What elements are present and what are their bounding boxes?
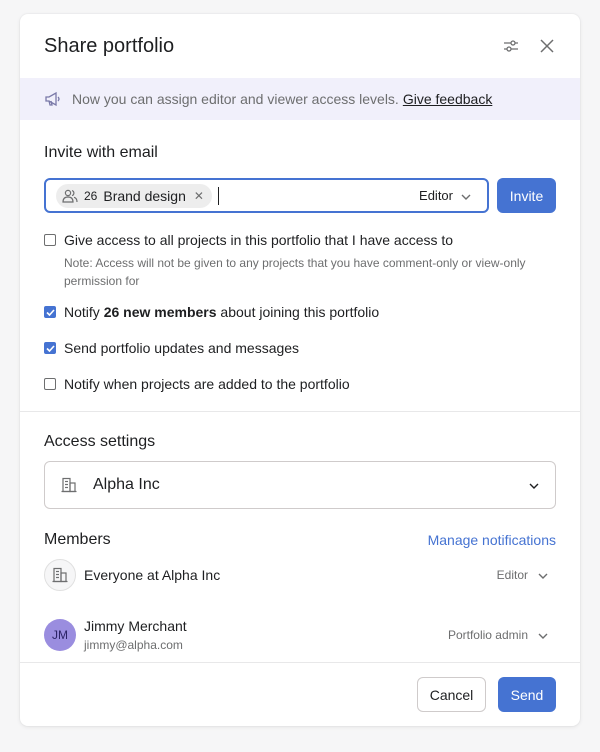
remove-chip-icon[interactable]: ✕ [194, 189, 204, 203]
chevron-down-icon [529, 476, 539, 494]
checkbox-give-access[interactable] [44, 234, 56, 246]
invite-row: 26 Brand design ✕ Editor Invite [44, 178, 556, 213]
dialog-footer: Cancel Send [20, 662, 580, 726]
team-chip[interactable]: 26 Brand design ✕ [56, 183, 212, 208]
give-feedback-link[interactable]: Give feedback [403, 91, 493, 107]
avatar: JM [44, 619, 76, 651]
organization-select[interactable]: Alpha Inc [44, 461, 556, 509]
manage-notifications-link[interactable]: Manage notifications [428, 532, 556, 548]
invite-role-label: Editor [419, 188, 453, 203]
member-name: Jimmy Merchant [84, 618, 187, 634]
section-divider [20, 411, 580, 412]
invite-email-input[interactable]: 26 Brand design ✕ Editor [44, 178, 489, 213]
members-header: Members Manage notifications [44, 531, 556, 549]
checkbox-send-updates[interactable] [44, 342, 56, 354]
member-row: JM Jimmy Merchant jimmy@alpha.com Portfo… [44, 609, 556, 661]
member-role-label: Portfolio admin [447, 628, 528, 642]
access-section-title: Access settings [44, 433, 156, 450]
member-role-select[interactable]: Editor [497, 568, 556, 582]
chip-name: Brand design [103, 187, 186, 204]
invite-button[interactable]: Invite [497, 178, 556, 213]
chevron-down-icon [538, 628, 548, 642]
invite-role-select[interactable]: Editor [419, 188, 477, 203]
dialog-title: Share portfolio [44, 34, 175, 57]
member-name: Everyone at Alpha Inc [84, 567, 221, 583]
member-role-label: Editor [496, 568, 528, 582]
members-section-title: Members [44, 531, 111, 548]
share-portfolio-dialog: Share portfolio Now you can assign edito… [20, 14, 580, 726]
avatar [44, 559, 76, 591]
text-cursor [217, 186, 219, 205]
settings-sliders-icon[interactable] [502, 37, 520, 55]
close-icon[interactable] [538, 37, 556, 55]
people-icon [62, 189, 78, 203]
chip-member-count: 26 [84, 188, 98, 203]
dialog-header: Share portfolio [20, 14, 580, 78]
option-notify-projects[interactable]: Notify when projects are added to the po… [44, 376, 556, 392]
checkmark-icon [45, 344, 55, 352]
organization-label: Alpha Inc [93, 476, 160, 493]
checkbox-notify-members[interactable] [44, 306, 56, 318]
send-button[interactable]: Send [498, 677, 556, 712]
info-banner: Now you can assign editor and viewer acc… [20, 78, 580, 120]
member-row: Everyone at Alpha Inc Editor [44, 557, 556, 593]
checkbox-notify-projects[interactable] [44, 378, 56, 390]
member-role-select[interactable]: Portfolio admin [448, 628, 556, 642]
option-note: Note: Access will not be given to any pr… [64, 256, 526, 288]
banner-message: Now you can assign editor and viewer acc… [72, 91, 399, 107]
cancel-button[interactable]: Cancel [417, 677, 486, 712]
invite-section-title: Invite with email [44, 144, 158, 161]
chevron-down-icon [538, 568, 548, 582]
option-send-updates[interactable]: Send portfolio updates and messages [44, 340, 556, 356]
option-give-access[interactable]: Give access to all projects in this port… [44, 232, 556, 248]
building-icon [52, 567, 68, 583]
chevron-down-icon [461, 188, 471, 203]
building-icon [61, 477, 77, 493]
option-notify-members[interactable]: Notify 26 new members about joining this… [44, 304, 556, 320]
member-email: jimmy@alpha.com [84, 638, 183, 652]
megaphone-icon [44, 91, 62, 107]
checkmark-icon [45, 308, 55, 316]
